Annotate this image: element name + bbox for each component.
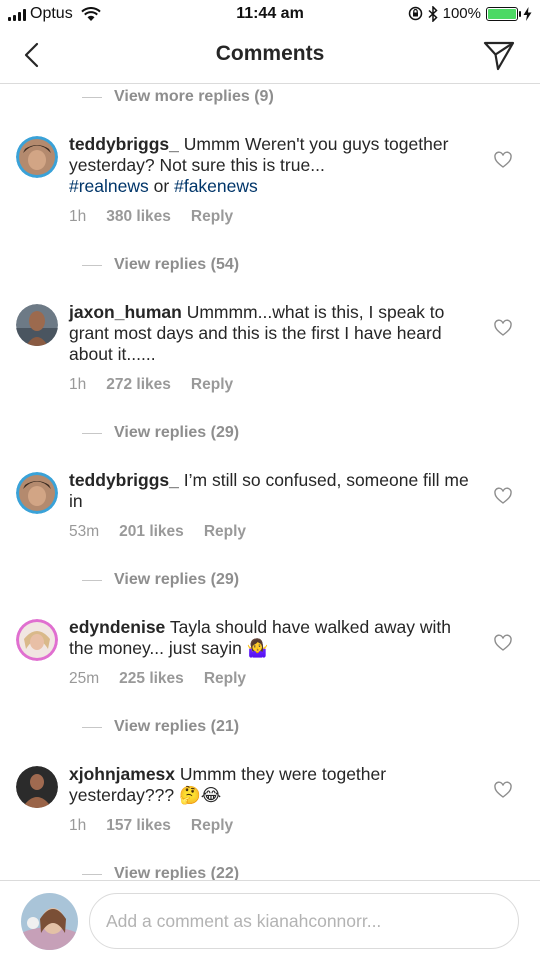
heart-icon[interactable] [494, 487, 512, 505]
view-replies-button[interactable]: View replies (21) [82, 716, 239, 738]
comment-time: 25m [69, 670, 100, 687]
comment-time: 1h [69, 376, 87, 393]
heart-icon[interactable] [494, 319, 512, 337]
orientation-lock-icon [408, 6, 422, 21]
comment-text: teddybriggs_ Ummm Weren't you guys toget… [69, 134, 479, 197]
comment-item: teddybriggs_ Ummm Weren't you guys toget… [0, 134, 540, 244]
thinking-laughing-emoji: 🤔😂 [178, 785, 222, 805]
reply-button[interactable]: Reply [191, 817, 233, 835]
reply-button[interactable]: Reply [191, 376, 233, 394]
charging-icon [523, 6, 532, 21]
view-replies-label: View replies (21) [114, 718, 240, 735]
avatar[interactable] [16, 766, 58, 808]
replies-divider [82, 579, 102, 581]
comment-time: 1h [69, 208, 87, 225]
avatar[interactable] [16, 472, 58, 514]
avatar [21, 893, 78, 950]
likes-count[interactable]: 380 likes [106, 208, 171, 226]
comment-username[interactable]: xjohnjamesx [69, 764, 175, 784]
view-replies-label: View replies (29) [114, 571, 240, 588]
comment-meta: 25m 225 likes Reply [69, 670, 246, 688]
comment-meta: 53m 201 likes Reply [69, 523, 246, 541]
view-more-replies-label: View more replies (9) [114, 88, 274, 105]
hashtag-joiner: or [153, 176, 170, 196]
battery-icon [486, 6, 521, 21]
view-replies-button[interactable]: View replies (22) [82, 863, 239, 880]
comment-meta: 1h 272 likes Reply [69, 376, 233, 394]
view-replies-label: View replies (29) [114, 424, 240, 441]
replies-divider [82, 96, 102, 98]
view-replies-label: View replies (22) [114, 865, 240, 880]
reply-button[interactable]: Reply [204, 523, 246, 541]
likes-count[interactable]: 272 likes [106, 376, 171, 394]
battery-percent: 100% [442, 5, 481, 22]
replies-divider [82, 873, 102, 875]
view-replies-button[interactable]: View replies (29) [82, 422, 239, 444]
comment-item: teddybriggs_ I’m still so confused, some… [0, 470, 540, 560]
comment-input[interactable] [89, 893, 519, 949]
view-more-replies-button[interactable]: View more replies (9) [82, 86, 274, 108]
comment-composer [0, 880, 540, 960]
avatar[interactable] [16, 304, 58, 346]
comment-time: 53m [69, 523, 100, 540]
comment-item: jaxon_human Ummmm...what is this, I spea… [0, 302, 540, 412]
comment-item: edyndenise Tayla should have walked away… [0, 617, 540, 707]
replies-divider [82, 432, 102, 434]
reply-button[interactable]: Reply [204, 670, 246, 688]
comment-username[interactable]: teddybriggs_ [69, 134, 179, 154]
avatar[interactable] [16, 619, 58, 661]
comment-username[interactable]: jaxon_human [69, 302, 182, 322]
battery-fill [488, 8, 516, 19]
likes-count[interactable]: 201 likes [119, 523, 184, 541]
bluetooth-icon [428, 5, 438, 22]
status-right: 100% [408, 5, 532, 22]
heart-icon[interactable] [494, 151, 512, 169]
likes-count[interactable]: 225 likes [119, 670, 184, 688]
comment-username[interactable]: edyndenise [69, 617, 165, 637]
avatar[interactable] [16, 136, 58, 178]
view-replies-label: View replies (54) [114, 256, 240, 273]
comment-text: jaxon_human Ummmm...what is this, I spea… [69, 302, 479, 365]
replies-divider [82, 726, 102, 728]
heart-icon[interactable] [494, 781, 512, 799]
view-replies-button[interactable]: View replies (54) [82, 254, 239, 276]
comment-text: xjohnjamesx Ummm they were together yest… [69, 764, 479, 806]
hashtag-link[interactable]: #fakenews [174, 176, 258, 196]
likes-count[interactable]: 157 likes [106, 817, 171, 835]
comment-username[interactable]: teddybriggs_ [69, 470, 179, 490]
comments-feed[interactable]: View more replies (9) teddybriggs_ Ummm … [0, 85, 540, 880]
comment-text: teddybriggs_ I’m still so confused, some… [69, 470, 479, 512]
hashtag-link[interactable]: #realnews [69, 176, 149, 196]
replies-divider [82, 264, 102, 266]
shrug-emoji: 🤷‍♀️ [246, 638, 269, 658]
direct-send-icon[interactable] [482, 38, 516, 72]
comment-item: xjohnjamesx Ummm they were together yest… [0, 764, 540, 854]
view-replies-button[interactable]: View replies (29) [82, 569, 239, 591]
reply-button[interactable]: Reply [191, 208, 233, 226]
comment-meta: 1h 157 likes Reply [69, 817, 233, 835]
comments-header: Comments [0, 30, 540, 84]
heart-icon[interactable] [494, 634, 512, 652]
comment-meta: 1h 380 likes Reply [69, 208, 233, 226]
comment-text: edyndenise Tayla should have walked away… [69, 617, 479, 659]
comment-time: 1h [69, 817, 87, 834]
page-title: Comments [215, 42, 325, 65]
status-bar: Optus 11:44 am 100% [0, 0, 540, 30]
